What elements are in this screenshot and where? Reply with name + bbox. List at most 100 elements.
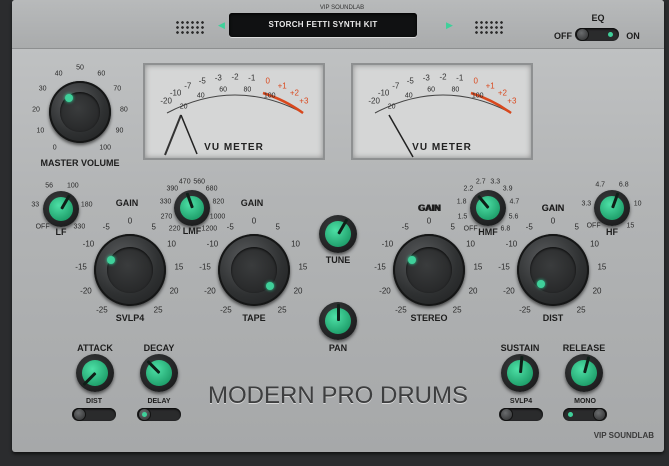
vu-scale-tick: -20: [160, 96, 172, 106]
speaker-grille-right-icon: [474, 20, 504, 34]
hmf-tick: OFF: [463, 225, 478, 233]
hmf-tick: 2.2: [463, 185, 474, 193]
vu-scale-tick: -20: [368, 96, 380, 106]
vu-scale-tick: +3: [299, 96, 309, 106]
lf-tick: OFF: [35, 223, 50, 231]
lmf-tick: 470: [178, 178, 191, 186]
vu-scale-tick: +3: [507, 96, 517, 106]
tape-tick: -25: [220, 305, 232, 315]
vu-meter-left: -20 -10 -7 -5 -3 -2 -1 0 +1 +2 +3 20 40 60 80 100 VU ME…: [143, 63, 325, 160]
top-bar: VIP SOUNDLAB ◀ STORCH FETTI SYNTH KIT ▶ …: [12, 0, 664, 49]
lmf-tick: 390: [166, 185, 179, 193]
stereo-tick: -25: [395, 305, 407, 315]
svlp4-tick: -5: [102, 222, 110, 232]
lmf-tick: 680: [205, 185, 218, 193]
hmf-tick: 1.8: [456, 198, 467, 206]
tape-label: TAPE: [242, 313, 266, 323]
stereo-knob[interactable]: [393, 234, 465, 306]
hmf-label: HMF: [478, 227, 498, 237]
svlp4-tick: 20: [169, 286, 179, 296]
hf-tick: 3.3: [581, 200, 592, 208]
lmf-tick: 1200: [201, 225, 218, 233]
dist-tick: 5: [574, 222, 579, 232]
lf-label: LF: [55, 227, 67, 237]
hmf-tick: 6.8: [500, 225, 511, 233]
decay-label: DECAY: [143, 343, 175, 353]
svlp4-tick: -10: [82, 239, 95, 249]
master-volume-tick: 0: [52, 144, 57, 152]
hmf-tick: 4.7: [509, 198, 520, 206]
vu-scale-tick: -1: [248, 73, 256, 83]
hf-knob[interactable]: [594, 190, 630, 226]
tune-knob[interactable]: [319, 215, 357, 253]
dist-tick: 10: [590, 239, 599, 249]
hf-tick: 4.7: [595, 181, 606, 189]
tune-label: TUNE: [325, 255, 351, 265]
vu-scale-tick: 0: [265, 76, 270, 86]
hmf-tick: 3.9: [502, 185, 513, 193]
chevron-right-icon[interactable]: ▶: [446, 20, 453, 31]
vu-scale-tick: 0: [473, 76, 478, 86]
svlp4-tick: 15: [174, 262, 184, 272]
svlp4-knob[interactable]: [94, 234, 166, 306]
tape-tick: 20: [293, 286, 303, 296]
vu-scale-tick: -7: [184, 81, 192, 91]
master-volume-tick: 80: [120, 106, 128, 114]
vu-meter-right: -20 -10 -7 -5 -3 -2 -1 0 +1 +2 +3 20 40 60 80 100 VU ME…: [351, 63, 533, 160]
dist-tick: -25: [519, 305, 531, 315]
dist-tick: -15: [498, 262, 510, 272]
preset-display[interactable]: STORCH FETTI SYNTH KIT: [229, 13, 417, 37]
hmf-tick: 3.3: [490, 178, 501, 186]
master-volume-tick: 30: [38, 85, 47, 93]
chevron-left-icon[interactable]: ◀: [218, 20, 225, 31]
stereo-tick: 5: [450, 222, 455, 232]
speaker-grille-left-icon: [175, 20, 205, 34]
svlp4-tick: 10: [167, 239, 176, 249]
product-title: MODERN PRO DRUMS: [207, 382, 468, 409]
vu-scale-tick: -2: [231, 72, 239, 82]
master-volume-tick: 70: [113, 85, 122, 93]
master-volume-tick: 10: [36, 127, 45, 135]
hmf-tick: 2.7: [475, 178, 486, 186]
preset-name: STORCH FETTI SYNTH KIT: [268, 20, 378, 29]
tape-tick: 0: [251, 216, 257, 226]
master-volume-label: MASTER VOLUME: [40, 158, 120, 168]
dist-knob[interactable]: [517, 234, 589, 306]
hmf-knob[interactable]: [470, 190, 506, 226]
svlp4-tick: 0: [127, 216, 133, 226]
lf-knob[interactable]: [43, 191, 79, 227]
dist-label: DIST: [542, 313, 564, 323]
tape-tick: 10: [291, 239, 300, 249]
lmf-knob[interactable]: [174, 190, 210, 226]
tape-tick: 25: [277, 305, 287, 315]
vu-scale-tick: -3: [214, 73, 222, 83]
master-volume-tick: 90: [115, 127, 124, 135]
eq-toggle-nub: [577, 29, 588, 40]
eq-off-label: OFF: [554, 31, 572, 41]
eq-title: EQ: [591, 13, 605, 23]
lmf-tick: 330: [159, 198, 172, 206]
hf-label: HF: [606, 227, 618, 237]
tape-tick: -10: [206, 239, 219, 249]
vu-scale-tick: -1: [456, 73, 464, 83]
eq-on-label: ON: [626, 31, 640, 41]
svlp4-tick: -20: [80, 286, 92, 296]
stereo-tick: 20: [468, 286, 478, 296]
lmf-tick: 1000: [209, 213, 226, 221]
tape-tick: -15: [199, 262, 211, 272]
eq-toggle[interactable]: [575, 28, 619, 41]
pan-knob[interactable]: [319, 302, 357, 340]
stereo-tick: -15: [374, 262, 386, 272]
master-volume-knob[interactable]: [49, 81, 111, 143]
vu-inner-tick: 40: [196, 92, 205, 100]
master-volume-tick: 20: [32, 106, 40, 114]
tape-tick: 5: [275, 222, 280, 232]
master-volume-tick: 100: [99, 144, 112, 152]
vu-meter-left-label: VU METER: [204, 142, 264, 153]
attack-label: ATTACK: [77, 343, 113, 353]
svlp4-tick: 5: [151, 222, 156, 232]
vu-scale-tick: -7: [392, 81, 400, 91]
tape-knob[interactable]: [218, 234, 290, 306]
dist-tick: 25: [576, 305, 586, 315]
hf-tick: 6.8: [618, 181, 629, 189]
